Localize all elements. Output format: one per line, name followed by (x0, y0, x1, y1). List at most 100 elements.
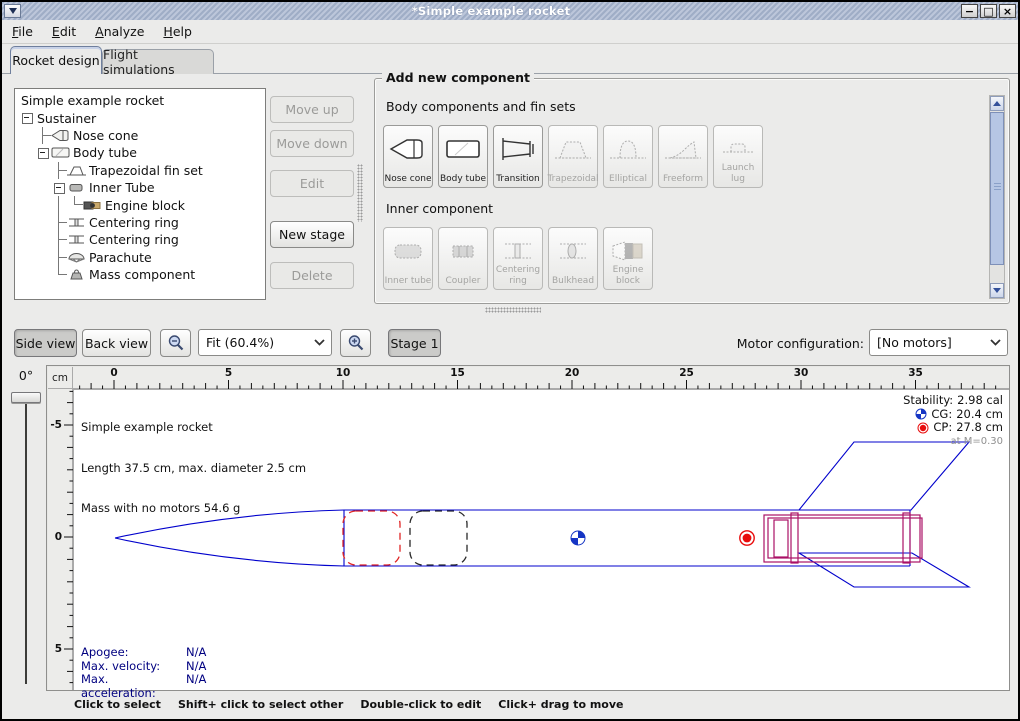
scroll-up-button[interactable] (990, 96, 1004, 111)
window-menu-icon (9, 8, 17, 14)
delete-button[interactable]: Delete (270, 262, 354, 289)
tab-rocket-design[interactable]: Rocket design (10, 46, 102, 74)
tree-expander-icon[interactable] (35, 144, 51, 161)
inner-tube-icon (67, 181, 87, 195)
application-window: *Simple example rocket − □ × File Edit A… (0, 0, 1020, 721)
add-launch-lug-button[interactable]: Launch lug (713, 125, 763, 188)
move-up-button[interactable]: Move up (270, 96, 354, 123)
mass-component-shape[interactable] (410, 511, 467, 565)
add-body-tube-button[interactable]: Body tube (438, 125, 488, 188)
freeform-fin-icon (664, 136, 702, 166)
parachute-shape[interactable] (343, 511, 400, 565)
new-stage-button[interactable]: New stage (270, 221, 354, 248)
engine-block-icon (609, 238, 647, 268)
rotation-slider-track[interactable] (25, 398, 27, 684)
minimize-button[interactable]: − (961, 4, 978, 18)
mass-component-icon (67, 268, 87, 282)
vertical-splitter-grip[interactable] (357, 164, 363, 222)
tree-row-fin-set[interactable]: Trapezoidal fin set (19, 162, 265, 179)
parachute-icon (67, 250, 87, 264)
window-menu-button[interactable] (4, 4, 21, 18)
zoom-in-button[interactable] (340, 329, 371, 357)
menu-edit[interactable]: Edit (52, 24, 76, 39)
add-centering-ring-button[interactable]: Centering ring (493, 227, 543, 290)
add-engine-block-button[interactable]: Engine block (603, 227, 653, 290)
arrow-down-icon (993, 288, 1001, 293)
component-panel-scrollbar[interactable] (989, 95, 1005, 299)
rocket-info-text: Simple example rocket Length 37.5 cm, ma… (81, 394, 306, 543)
tree-row-sustainer[interactable]: Sustainer (19, 109, 265, 126)
component-tree: Simple example rocket Sustainer Nose con… (14, 88, 266, 300)
rocket-canvas[interactable]: Simple example rocket Length 37.5 cm, ma… (73, 389, 1009, 690)
stage-1-toggle[interactable]: Stage 1 (388, 329, 441, 357)
nose-cone-icon (51, 128, 71, 142)
centering-ring-icon (67, 233, 87, 247)
add-freeform-fin-button[interactable]: Freeform (658, 125, 708, 188)
arrow-up-icon (993, 101, 1001, 106)
mach-label: at M=0.30 (903, 435, 1003, 449)
horizontal-splitter-grip[interactable] (485, 307, 541, 313)
tree-row-engine-block[interactable]: Engine block (19, 196, 265, 213)
centering-ring-shape[interactable] (791, 513, 798, 563)
hint-double-click: Double-click to edit (360, 698, 481, 711)
ruler-unit-label: cm (48, 367, 73, 389)
scroll-down-button[interactable] (990, 283, 1004, 298)
tree-row-centering-ring-2[interactable]: Centering ring (19, 231, 265, 248)
add-nose-cone-button[interactable]: Nose cone (383, 125, 433, 188)
menu-help[interactable]: Help (163, 24, 192, 39)
coupler-icon (444, 238, 482, 268)
engine-block-shape[interactable] (774, 520, 788, 557)
tree-row-parachute[interactable]: Parachute (19, 249, 265, 266)
tree-row-body-tube[interactable]: Body tube (19, 144, 265, 161)
zoom-select[interactable]: Fit (60.4%) (198, 329, 332, 356)
centering-ring-shape[interactable] (903, 513, 910, 563)
trapezoidal-fin-icon (67, 163, 87, 177)
tree-row-inner-tube[interactable]: Inner Tube (19, 179, 265, 196)
maximize-button[interactable]: □ (980, 4, 997, 18)
zoom-select-value: Fit (60.4%) (199, 335, 307, 350)
rotation-slider[interactable] (8, 390, 44, 688)
add-component-title: Add new component (382, 70, 534, 85)
title-bar: *Simple example rocket − □ × (2, 2, 1018, 20)
tree-row-nose-cone[interactable]: Nose cone (19, 127, 265, 144)
menu-analyze[interactable]: Analyze (95, 24, 144, 39)
add-transition-button[interactable]: Transition (493, 125, 543, 188)
add-coupler-button[interactable]: Coupler (438, 227, 488, 290)
window-title: *Simple example rocket (21, 4, 961, 18)
chevron-down-icon (983, 339, 1007, 346)
back-view-button[interactable]: Back view (82, 329, 151, 357)
move-down-button[interactable]: Move down (270, 130, 354, 157)
edit-button[interactable]: Edit (270, 170, 354, 197)
tree-row-centering-ring-1[interactable]: Centering ring (19, 214, 265, 231)
cp-marker (740, 531, 754, 545)
body-components-label: Body components and fin sets (386, 99, 576, 114)
scrollbar-thumb[interactable] (990, 112, 1004, 265)
motor-configuration-select[interactable]: [No motors] (869, 329, 1008, 356)
bulkhead-icon (554, 238, 592, 268)
rotation-slider-handle[interactable] (11, 392, 41, 403)
stability-info: Stability:2.98 cal CG:20.4 cm CP:27.8 cm… (903, 394, 1003, 448)
tree-row-mass-component[interactable]: Mass component (19, 266, 265, 283)
body-tube-icon (51, 146, 71, 160)
tree-expander-icon[interactable] (19, 109, 35, 126)
cg-label: CG: (931, 408, 952, 422)
add-trapezoidal-fin-button[interactable]: Trapezoidal (548, 125, 598, 188)
tree-expander-icon[interactable] (51, 179, 67, 196)
inner-component-label: Inner component (386, 201, 493, 216)
motor-configuration-label: Motor configuration: (726, 336, 864, 351)
centering-ring-icon (67, 215, 87, 229)
menu-file[interactable]: File (12, 24, 33, 39)
hint-shift-click: Shift+ click to select other (178, 698, 343, 711)
vertical-ruler: -5 0 5 (48, 389, 73, 690)
add-inner-tube-button[interactable]: Inner tube (383, 227, 433, 290)
close-button[interactable]: × (999, 4, 1016, 18)
cp-label: CP: (933, 421, 952, 435)
cg-legend-icon (915, 408, 927, 420)
tree-row-rocket[interactable]: Simple example rocket (19, 92, 265, 109)
zoom-out-button[interactable] (160, 329, 191, 357)
add-bulkhead-button[interactable]: Bulkhead (548, 227, 598, 290)
cg-marker (571, 531, 585, 545)
tab-flight-simulations[interactable]: Flight simulations (102, 49, 214, 74)
add-elliptical-fin-button[interactable]: Elliptical (603, 125, 653, 188)
side-view-button[interactable]: Side view (14, 329, 77, 357)
